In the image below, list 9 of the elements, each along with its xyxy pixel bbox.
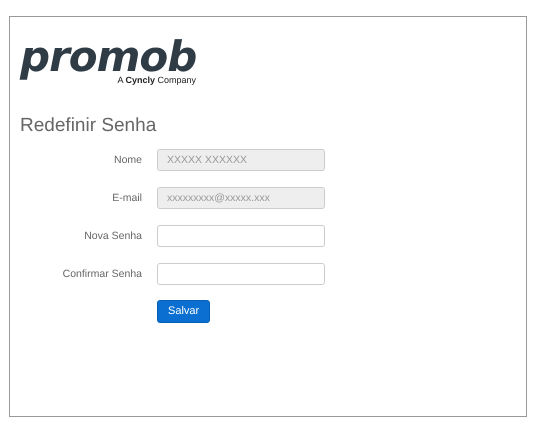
- input-field[interactable]: [157, 225, 325, 247]
- field-label: Confirmar Senha: [62, 268, 142, 280]
- field-label: Nova Senha: [83, 230, 142, 242]
- field-label: Nome: [112, 154, 142, 166]
- field-label: E-mail: [111, 192, 142, 204]
- save-button[interactable]: Salvar: [157, 300, 210, 322]
- page-title: Redefinir Senha: [20, 115, 158, 137]
- input-field[interactable]: [157, 263, 325, 285]
- logo-wordmark: promob: [20, 35, 196, 79]
